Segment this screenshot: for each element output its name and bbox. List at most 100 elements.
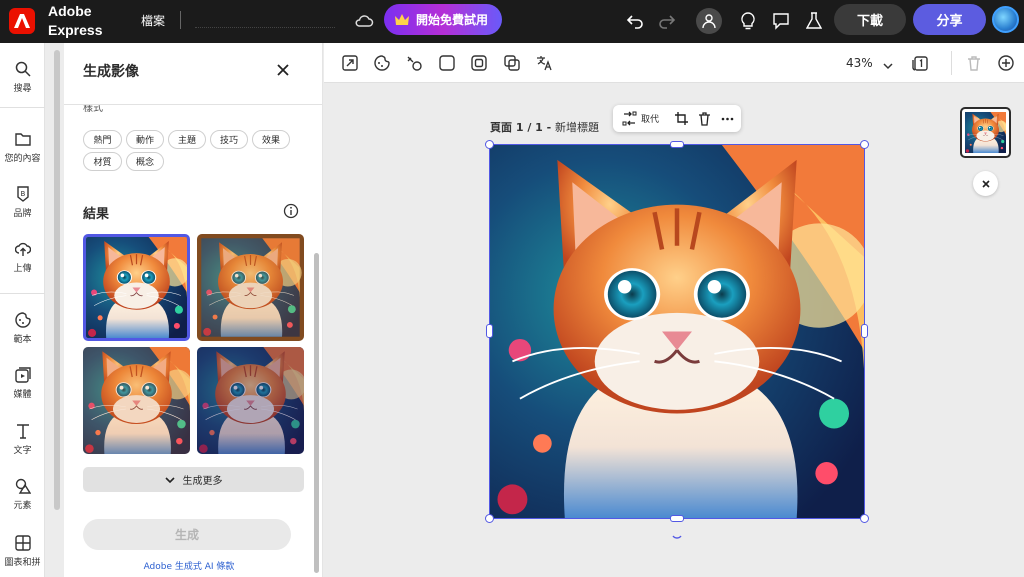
upload-icon [14,242,31,256]
replace-icon[interactable] [622,111,637,126]
text-icon [16,424,29,439]
rail-item-label: 範本 [13,335,32,345]
chevron-down-icon [164,476,175,483]
rail-item-upload[interactable]: 上傳 [0,241,45,274]
rail-item-charts-grids[interactable]: 圖表和拼 [0,535,45,568]
trash-icon[interactable] [697,111,712,126]
resize-handle[interactable] [670,515,684,522]
style-chip[interactable]: 概念 [126,152,164,171]
adobe-a-icon [14,14,30,28]
close-icon[interactable] [274,61,292,79]
comment-icon[interactable] [768,8,794,34]
rail-scrollbar[interactable] [54,50,60,510]
page-title[interactable]: 新增標題 [555,121,599,134]
resize-handle[interactable] [485,514,494,523]
style-chip[interactable]: 材質 [83,152,122,171]
cat-image [197,234,304,341]
result-thumbnail[interactable] [197,347,304,454]
zoom-level[interactable]: 43% [846,56,873,70]
add-page-icon[interactable] [997,54,1015,72]
resize-handle[interactable] [861,324,868,338]
rotate-handle-icon[interactable] [671,527,683,539]
result-thumbnail[interactable] [83,347,190,454]
brand-icon: B [16,186,29,202]
replace-label[interactable]: 取代 [641,112,659,125]
cat-illustration [490,145,864,518]
rail-item-text[interactable]: 文字 [0,423,45,456]
result-thumbnail[interactable] [83,234,190,341]
rail-item-elements[interactable]: 元素 [0,478,45,511]
context-menu: 取代 [613,105,741,132]
panel-scrollbar[interactable] [314,253,319,573]
lightbulb-icon[interactable] [735,8,761,34]
user-avatar[interactable] [992,6,1019,33]
flask-icon[interactable] [801,8,827,34]
brand-name: Adobe Express [48,2,102,40]
redo-icon[interactable] [654,8,680,34]
palette-icon[interactable] [373,54,391,72]
adobe-express-logo[interactable] [9,8,35,34]
chevron-down-icon[interactable] [882,57,894,70]
generate-more-button[interactable]: 生成更多 [83,467,304,492]
resize-handle[interactable] [860,140,869,149]
file-menu[interactable]: 檔案 [141,12,165,29]
share-button[interactable]: 分享 [913,4,986,35]
trash-icon[interactable] [965,54,983,72]
toolbar-divider [951,51,952,75]
page-number: 頁面 1 / 1 - [490,121,556,134]
style-chip[interactable]: 熱門 [83,130,122,149]
rail-item-templates[interactable]: 範本 [0,312,45,345]
free-trial-button[interactable]: 開始免費試用 [384,4,502,35]
undo-icon[interactable] [622,8,648,34]
page-label: 頁面 1 / 1 - 新增標題 [490,119,599,135]
generate-button[interactable]: 生成 [83,519,291,550]
template-icon [14,312,31,328]
terms-link[interactable]: Adobe 生成式 AI 條款 [64,559,314,572]
shape-frame-icon[interactable] [438,54,456,72]
more-options-icon[interactable] [720,111,735,126]
page-thumbnail[interactable] [960,107,1011,158]
pages-icon[interactable] [911,54,929,72]
cat-image [83,347,190,454]
grid-icon [14,535,31,551]
crop-icon[interactable] [674,111,689,126]
layers-icon[interactable] [503,54,521,72]
translate-icon[interactable] [535,54,553,72]
rail-item-label: 品牌 [13,209,32,219]
result-thumbnail[interactable] [197,234,304,341]
download-button[interactable]: 下載 [834,4,906,35]
effects-icon[interactable] [405,54,423,72]
document-name-field[interactable] [195,12,335,28]
cat-image [197,347,304,454]
rail-item-label: 文字 [13,446,32,456]
info-icon[interactable] [283,203,299,219]
style-chip[interactable]: 動作 [126,130,164,149]
cat-image [964,111,1008,154]
cat-image [86,237,187,338]
resize-handle[interactable] [486,324,493,338]
rail-item-media[interactable]: 媒體 [0,367,45,400]
border-icon[interactable] [470,54,488,72]
rail-item-label: 搜尋 [13,84,32,94]
canvas-cat-image[interactable] [490,145,864,518]
invite-user-icon[interactable] [696,8,722,34]
editor-toolbar: 43% [324,43,1024,83]
panel-divider [64,104,322,105]
results-heading: 結果 [83,207,110,222]
resize-handle[interactable] [670,141,684,148]
resize-handle[interactable] [485,140,494,149]
style-chip[interactable]: 主題 [168,130,206,149]
rail-item-label: 圖表和拼 [4,558,41,568]
top-bar: Adobe Express 檔案 開始免費試用 下載 分享 [0,0,1024,43]
panel-title: 生成影像 [83,64,139,80]
rail-item-brand[interactable]: B 品牌 [0,186,45,219]
resize-handle[interactable] [860,514,869,523]
brand-line-2: Express [48,22,103,38]
style-chip[interactable]: 效果 [252,130,290,149]
cloud-save-icon[interactable] [354,11,374,31]
style-chip[interactable]: 技巧 [210,130,248,149]
close-icon[interactable] [973,171,998,196]
rail-item-your-content[interactable]: 您的內容 [0,131,45,164]
rail-item-search[interactable]: 搜尋 [0,61,45,94]
resize-icon[interactable] [341,54,359,72]
